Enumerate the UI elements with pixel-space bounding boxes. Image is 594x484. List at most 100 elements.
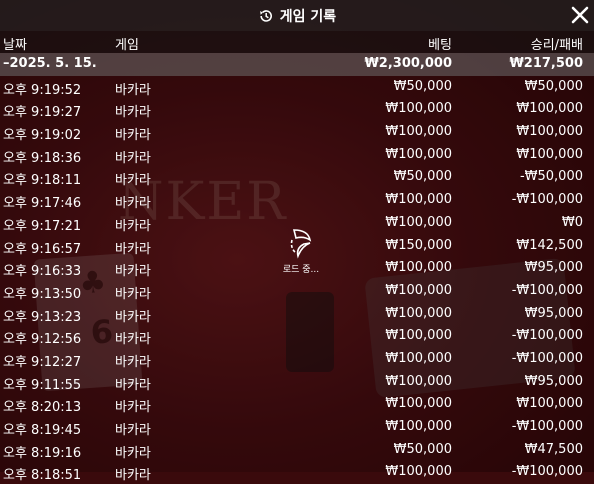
row-bet: ₩100,000 <box>385 124 452 140</box>
row-bet: ₩100,000 <box>385 328 452 344</box>
table-row[interactable]: 오후 8:19:45 바카라 ₩100,000 -₩100,000 <box>0 416 594 439</box>
row-time: 오후 9:19:52 <box>3 82 82 98</box>
history-icon <box>259 10 272 22</box>
column-header-date[interactable]: 날짜 <box>3 34 27 53</box>
row-game: 바카라 <box>115 309 151 325</box>
row-game: 바카라 <box>115 150 151 166</box>
row-time: 오후 9:16:57 <box>3 241 82 257</box>
row-bet: ₩150,000 <box>385 237 452 253</box>
row-result: -₩100,000 <box>511 350 583 366</box>
loading-spinner-icon <box>290 229 312 259</box>
table-row[interactable]: 오후 9:12:56 바카라 ₩100,000 -₩100,000 <box>0 325 594 348</box>
loading-text: 로드 중... <box>282 265 320 275</box>
table-row[interactable]: 오후 9:13:23 바카라 ₩100,000 ₩95,000 <box>0 303 594 326</box>
table-row[interactable]: 오후 8:20:13 바카라 ₩100,000 ₩100,000 <box>0 393 594 416</box>
row-result: -₩100,000 <box>511 419 583 434</box>
row-result: ₩100,000 <box>516 101 583 117</box>
row-bet: ₩100,000 <box>385 146 452 162</box>
row-bet: ₩100,000 <box>385 350 452 366</box>
row-bet: ₩50,000 <box>393 441 452 457</box>
row-game: 바카라 <box>115 377 151 393</box>
table-row[interactable]: 오후 9:19:27 바카라 ₩100,000 ₩100,000 <box>0 98 594 121</box>
table-row[interactable]: 오후 9:19:52 바카라 ₩50,000 ₩50,000 <box>0 76 594 99</box>
loading-indicator: 로드 중... <box>276 226 326 275</box>
row-time: 오후 9:18:11 <box>3 173 82 189</box>
row-bet: ₩100,000 <box>385 101 452 117</box>
summary-result: ₩217,500 <box>509 56 583 71</box>
table-row[interactable]: 오후 9:12:27 바카라 ₩100,000 -₩100,000 <box>0 348 594 371</box>
row-time: 오후 9:16:33 <box>3 264 82 280</box>
row-result: ₩95,000 <box>524 373 583 389</box>
row-game: 바카라 <box>115 82 151 98</box>
row-time: 오후 8:19:16 <box>3 445 82 461</box>
row-result: -₩100,000 <box>511 282 583 298</box>
row-time: 오후 9:19:02 <box>3 128 82 144</box>
row-game: 바카라 <box>115 400 151 416</box>
date-summary-row[interactable]: –2025. 5. 15. ₩2,300,000 ₩217,500 <box>0 53 594 76</box>
row-game: 바카라 <box>115 468 151 484</box>
row-result: -₩50,000 <box>519 169 583 185</box>
row-game: 바카라 <box>115 445 151 461</box>
row-time: 오후 9:17:46 <box>3 196 82 212</box>
row-game: 바카라 <box>115 423 151 438</box>
table-row[interactable]: 오후 9:18:36 바카라 ₩100,000 ₩100,000 <box>0 144 594 167</box>
row-bet: ₩50,000 <box>393 78 452 94</box>
row-game: 바카라 <box>115 354 151 370</box>
row-result: -₩100,000 <box>511 328 583 344</box>
table-row[interactable]: 오후 9:17:46 바카라 ₩100,000 -₩100,000 <box>0 189 594 212</box>
row-game: 바카라 <box>115 241 151 257</box>
row-bet: ₩100,000 <box>385 192 452 208</box>
row-time: 오후 9:13:23 <box>3 309 82 325</box>
row-game: 바카라 <box>115 128 151 144</box>
table-row[interactable]: 오후 8:18:51 바카라 ₩100,000 -₩100,000 <box>0 461 594 484</box>
modal-titlebar: 게임 기록 <box>0 0 594 31</box>
row-bet: ₩100,000 <box>385 260 452 276</box>
row-result: ₩47,500 <box>524 441 583 457</box>
row-result: ₩95,000 <box>524 260 583 276</box>
table-row[interactable]: 오후 9:11:55 바카라 ₩100,000 ₩95,000 <box>0 371 594 394</box>
row-game: 바카라 <box>115 105 151 121</box>
row-result: ₩142,500 <box>516 237 583 253</box>
row-result: -₩100,000 <box>511 192 583 208</box>
row-result: ₩95,000 <box>524 305 583 321</box>
summary-date: –2025. 5. 15. <box>3 56 97 71</box>
row-result: ₩100,000 <box>516 146 583 162</box>
row-time: 오후 9:11:55 <box>3 377 82 393</box>
row-game: 바카라 <box>115 196 151 212</box>
row-game: 바카라 <box>115 173 151 189</box>
row-bet: ₩100,000 <box>385 305 452 321</box>
row-bet: ₩100,000 <box>385 396 452 412</box>
row-time: 오후 8:20:13 <box>3 400 82 416</box>
table-row[interactable]: 오후 9:13:50 바카라 ₩100,000 -₩100,000 <box>0 280 594 303</box>
column-header-game[interactable]: 게임 <box>115 34 139 53</box>
row-game: 바카라 <box>115 286 151 302</box>
close-icon[interactable] <box>568 3 592 27</box>
row-bet: ₩50,000 <box>393 169 452 185</box>
modal-title-text: 게임 기록 <box>279 9 337 25</box>
table-header: 날짜 게임 베팅 승리/패배 <box>0 31 594 53</box>
row-time: 오후 9:17:21 <box>3 218 82 234</box>
summary-bet: ₩2,300,000 <box>364 56 452 71</box>
row-game: 바카라 <box>115 264 151 280</box>
row-game: 바카라 <box>115 218 151 234</box>
column-header-bet[interactable]: 베팅 <box>428 34 452 53</box>
row-time: 오후 9:13:50 <box>3 286 82 302</box>
row-time: 오후 9:18:36 <box>3 150 82 166</box>
game-history-modal: 게임 기록 날짜 게임 베팅 승리/패배 –2025. 5. 15. ₩2,30… <box>0 0 594 483</box>
table-row[interactable]: 오후 9:18:11 바카라 ₩50,000 -₩50,000 <box>0 166 594 189</box>
table-row[interactable]: 오후 8:19:16 바카라 ₩50,000 ₩47,500 <box>0 439 594 462</box>
row-result: ₩100,000 <box>516 396 583 412</box>
row-time: 오후 9:19:27 <box>3 105 82 121</box>
row-result: ₩100,000 <box>516 124 583 140</box>
row-bet: ₩100,000 <box>385 214 452 230</box>
row-result: ₩0 <box>561 214 583 230</box>
row-bet: ₩100,000 <box>385 373 452 389</box>
row-time: 오후 8:19:45 <box>3 423 82 438</box>
modal-title: 게임 기록 <box>0 6 594 26</box>
row-result: ₩50,000 <box>524 78 583 94</box>
row-bet: ₩100,000 <box>385 282 452 298</box>
table-row[interactable]: 오후 9:19:02 바카라 ₩100,000 ₩100,000 <box>0 121 594 144</box>
column-header-result[interactable]: 승리/패배 <box>531 34 583 53</box>
row-time: 오후 9:12:56 <box>3 332 82 348</box>
row-bet: ₩100,000 <box>385 419 452 434</box>
